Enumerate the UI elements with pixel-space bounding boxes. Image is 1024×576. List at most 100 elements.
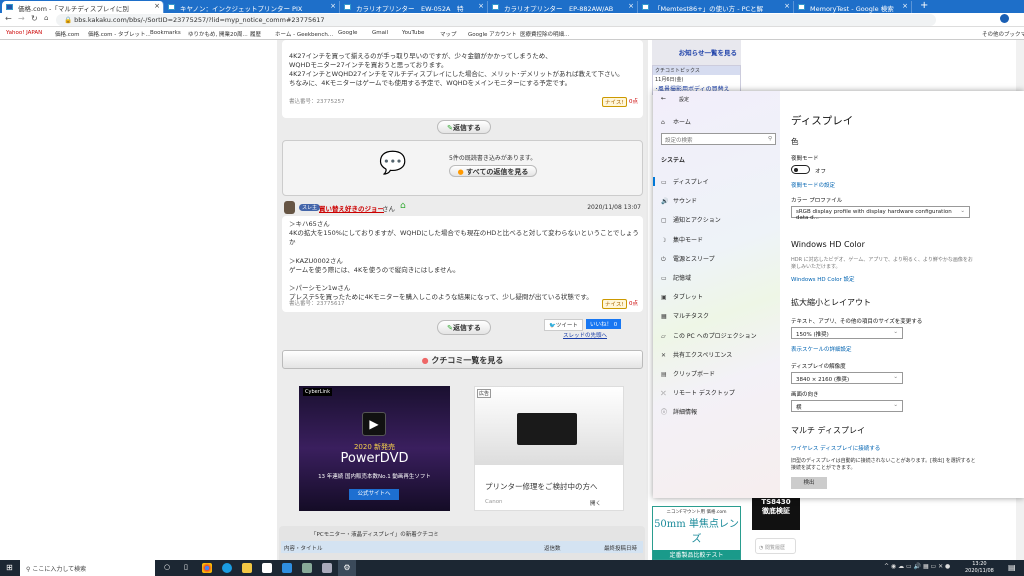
back-icon[interactable]: ← bbox=[5, 14, 12, 23]
system-tray-icons[interactable]: ^ ◉ ☁ ▭ 🔊 ▦ ▭ ✕ ● bbox=[884, 563, 950, 570]
tab-memtest[interactable]: 「Memtest86+」の使い方 - PCと解 × bbox=[638, 1, 794, 13]
bookmark-item[interactable]: Gmail bbox=[372, 30, 388, 36]
bookmark-item[interactable]: ゆりかもめ, 開業20周... bbox=[188, 30, 248, 38]
remote-icon: ⤫ bbox=[661, 390, 666, 398]
bookmark-item[interactable]: ホーム - Geekbench... bbox=[275, 30, 333, 38]
bookmark-item[interactable]: 価格.com bbox=[55, 30, 80, 38]
nav-item[interactable]: ▣ タブレット bbox=[661, 292, 703, 301]
nav-item[interactable]: ▤ クリップボード bbox=[661, 369, 715, 378]
nav-item[interactable]: 🔊 サウンド bbox=[661, 196, 697, 205]
bookmark-item[interactable]: Bookmarks bbox=[150, 30, 181, 36]
tab-google[interactable]: MemoryTest - Google 検索 × bbox=[794, 1, 912, 13]
url-input[interactable]: 🔒 bbs.kakaku.com/bbs/-/SortID=23775257/?… bbox=[56, 14, 936, 26]
tab-kakaku[interactable]: 価格.com -「マルチディスプレイに別 × bbox=[2, 1, 164, 13]
nav-item-label: ディスプレイ bbox=[673, 179, 709, 186]
close-icon[interactable]: × bbox=[784, 2, 790, 10]
home-icon[interactable]: ⌂ bbox=[400, 201, 406, 211]
ad-tag: 広告 bbox=[477, 389, 492, 398]
bookmark-item[interactable]: Google アカウント bbox=[468, 30, 517, 38]
color-profile-dropdown[interactable]: sRGB display profile with display hardwa… bbox=[791, 206, 970, 221]
hd-color-settings-link[interactable]: Windows HD Color 設定 bbox=[791, 275, 855, 283]
chrome-icon[interactable] bbox=[202, 563, 212, 573]
chevron-down-icon: ⌄ bbox=[893, 374, 898, 380]
reload-icon[interactable]: ↻ bbox=[31, 14, 38, 23]
app-icon[interactable] bbox=[302, 563, 312, 573]
avatar[interactable] bbox=[1000, 14, 1009, 23]
tab-ep882aw[interactable]: カラリオプリンター EP-882AW/AB × bbox=[488, 1, 638, 13]
close-icon[interactable]: × bbox=[154, 2, 160, 10]
nav-item[interactable]: ▭ 記憶域 bbox=[661, 273, 691, 282]
taskbar-search-input[interactable]: ⚲ ここに入力して検索 bbox=[20, 560, 155, 576]
reply-button[interactable]: ✎返信する bbox=[437, 320, 491, 335]
detect-button[interactable]: 検出 bbox=[791, 477, 827, 489]
tweet-button[interactable]: 🐦ツイート bbox=[544, 319, 583, 331]
close-icon[interactable]: × bbox=[902, 2, 908, 10]
nav-item[interactable]: ▱ この PC へのプロジェクション bbox=[661, 331, 757, 340]
settings-search-input[interactable]: 設定の検索 ⚲ bbox=[661, 133, 776, 145]
bookmark-item[interactable]: 医療費控除の明細... bbox=[520, 30, 569, 38]
canon-ad[interactable]: 広告 プリンター修理をご検討中の方へ Canon 開く bbox=[474, 386, 624, 511]
edge-icon[interactable] bbox=[222, 563, 232, 573]
night-mode-toggle[interactable] bbox=[791, 165, 810, 174]
nav-home[interactable]: ⌂ ホーム bbox=[661, 117, 691, 126]
notice-list-link[interactable]: お知らせ一覧を見る bbox=[679, 47, 737, 57]
ad-cta-button[interactable]: 公式サイトへ bbox=[349, 489, 399, 500]
nice-button[interactable]: ナイス! bbox=[602, 299, 627, 309]
bookmark-item[interactable]: Google bbox=[338, 30, 357, 36]
task-view-icon[interactable]: ▯ bbox=[184, 563, 188, 571]
nav-item[interactable]: ⓘ 詳細情報 bbox=[661, 407, 697, 416]
forward-icon[interactable]: → bbox=[18, 14, 25, 23]
wireless-display-link[interactable]: ワイヤレス ディスプレイに接続する bbox=[791, 444, 880, 452]
close-icon[interactable]: × bbox=[330, 2, 336, 10]
close-icon[interactable]: × bbox=[628, 2, 634, 10]
printer-image bbox=[517, 413, 577, 445]
nav-item[interactable]: ⏻ 電源とスリープ bbox=[661, 254, 715, 264]
file-explorer-icon[interactable] bbox=[242, 563, 252, 573]
bookmark-item[interactable]: 履歴 bbox=[250, 30, 261, 38]
nav-item[interactable]: ▭ ディスプレイ bbox=[661, 177, 709, 186]
scale-dropdown[interactable]: 150% (推奨) ⌄ bbox=[791, 327, 903, 339]
notification-icon[interactable]: ▤ bbox=[1008, 563, 1016, 572]
cortana-icon[interactable]: ○ bbox=[164, 563, 170, 571]
app-icon[interactable] bbox=[322, 563, 332, 573]
nice-button[interactable]: ナイス! bbox=[602, 97, 627, 107]
bookmark-item[interactable]: YouTube bbox=[402, 30, 424, 36]
ad-text: TS8430 bbox=[761, 498, 791, 506]
nav-item[interactable]: ▦ マルチタスク bbox=[661, 311, 709, 320]
ts8430-ad[interactable]: TS8430 徹底検証 bbox=[752, 498, 800, 530]
reply-button[interactable]: ✎返信する bbox=[437, 120, 491, 134]
bookmark-item[interactable]: Yahoo! JAPAN bbox=[6, 30, 42, 36]
nav-item[interactable]: ✕ 共有エクスペリエンス bbox=[661, 350, 732, 359]
powerdvd-ad[interactable]: CyberLink ▶ 2020 新発売 PowerDVD 13 年連続 国内販… bbox=[299, 386, 450, 511]
new-tab-button[interactable]: + bbox=[920, 0, 928, 11]
orientation-dropdown[interactable]: 横 ⌄ bbox=[791, 400, 903, 412]
night-mode-settings-link[interactable]: 夜間モードの設定 bbox=[791, 181, 835, 189]
history-button[interactable]: ◔ 閲覧履歴 bbox=[755, 538, 796, 554]
other-bookmarks[interactable]: その他のブックマーク bbox=[982, 30, 1024, 38]
store-icon[interactable] bbox=[262, 563, 272, 573]
tab-canon[interactable]: キヤノン：インクジェットプリンター PIX × bbox=[164, 1, 340, 13]
mail-icon[interactable] bbox=[282, 563, 292, 573]
view-all-replies-button[interactable]: ● すべての返信を見る bbox=[449, 165, 537, 177]
lens-ad[interactable]: ニコンFマウント用 価格.com 50mm 単焦点レンズ 定番製品比較テスト bbox=[652, 506, 741, 560]
advanced-scaling-link[interactable]: 表示スケールの詳細設定 bbox=[791, 345, 852, 353]
author-link[interactable]: 買い替え好きのジョー bbox=[319, 203, 384, 213]
clock[interactable]: 13:20 2020/11/08 bbox=[965, 561, 994, 575]
taskbar: ⊞ ⚲ ここに入力して検索 ○ ▯ ⚙ ^ ◉ ☁ ▭ 🔊 ▦ ▭ ✕ ● 13… bbox=[0, 560, 1024, 576]
thread-top-link[interactable]: スレッドの先頭へ bbox=[563, 331, 607, 339]
tab-ew052a[interactable]: カラリオプリンター EW-052A 特 × bbox=[340, 1, 488, 13]
nav-item[interactable]: ☽ 集中モード bbox=[661, 235, 703, 244]
bookmark-item[interactable]: マップ bbox=[440, 30, 457, 38]
close-icon[interactable]: × bbox=[478, 2, 484, 10]
home-icon[interactable]: ⌂ bbox=[44, 14, 48, 22]
resolution-dropdown[interactable]: 3840 × 2160 (推奨) ⌄ bbox=[791, 372, 903, 384]
settings-taskbar-icon[interactable]: ⚙ bbox=[338, 560, 356, 576]
back-icon[interactable]: ← bbox=[661, 95, 666, 102]
nav-item[interactable]: ▢ 通知とアクション bbox=[661, 215, 721, 224]
kuchikomi-list-button[interactable]: ● クチコミ一覧を見る bbox=[282, 350, 643, 369]
nav-item[interactable]: ⤫ リモート デスクトップ bbox=[661, 388, 735, 398]
ad-open-link[interactable]: 開く bbox=[590, 499, 601, 507]
bookmark-item[interactable]: 価格.com - タブレット... bbox=[88, 30, 151, 38]
like-button[interactable]: いいね！ 0 bbox=[586, 319, 622, 329]
windows-start-icon[interactable]: ⊞ bbox=[6, 563, 13, 572]
